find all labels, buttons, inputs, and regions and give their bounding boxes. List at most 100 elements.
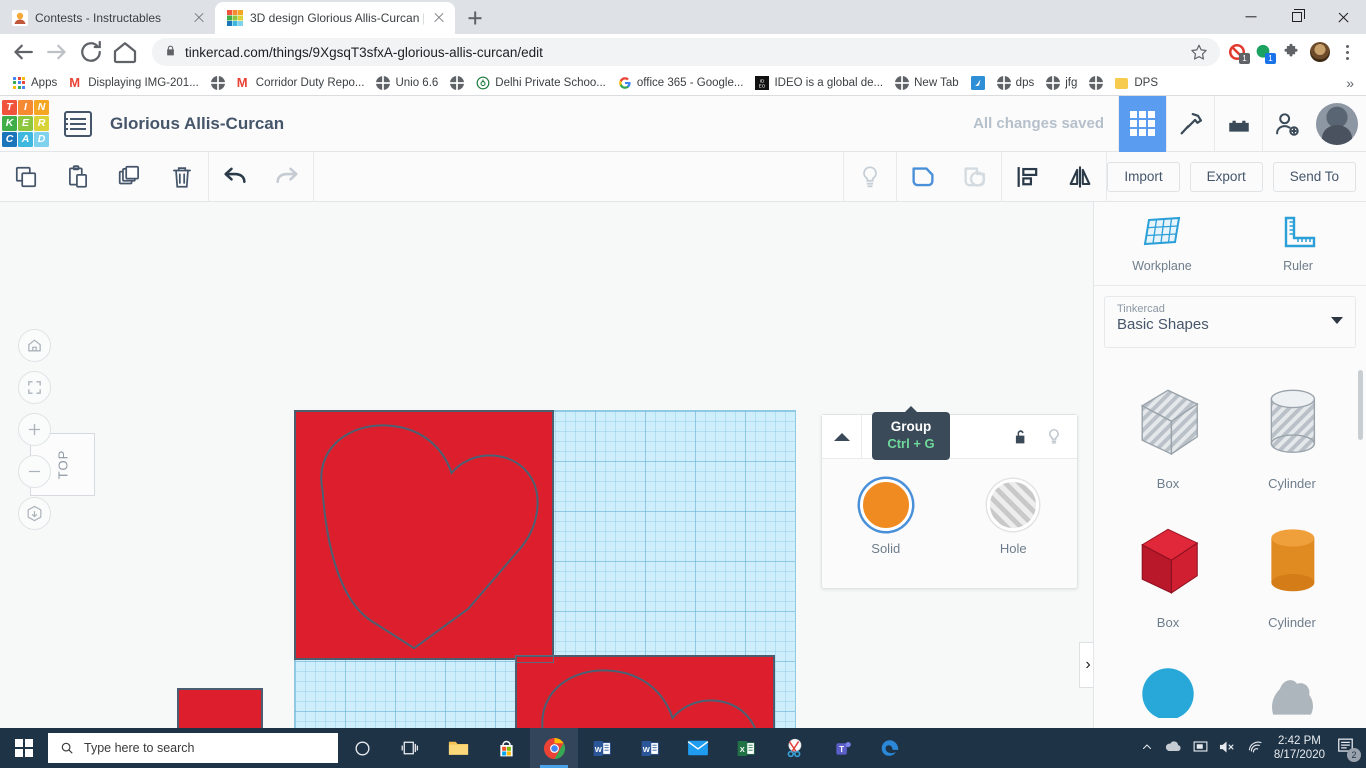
display-icon[interactable] bbox=[1193, 740, 1208, 756]
minimize-icon[interactable] bbox=[1228, 0, 1274, 34]
hole-option[interactable]: Hole bbox=[968, 479, 1058, 556]
address-bar[interactable]: tinkercad.com/things/9XgsqT3sfxA-gloriou… bbox=[152, 38, 1220, 66]
heart-plate-2[interactable] bbox=[515, 655, 775, 728]
onedrive-icon[interactable] bbox=[1164, 740, 1182, 756]
red-box-shape[interactable] bbox=[177, 688, 263, 728]
bookmark-globe-2[interactable] bbox=[444, 74, 470, 92]
hint-bulb-icon[interactable] bbox=[844, 152, 896, 202]
adblock-extension-icon[interactable]: 1 bbox=[1228, 43, 1250, 64]
list-item[interactable]: Box bbox=[1106, 519, 1230, 630]
close-icon[interactable] bbox=[431, 10, 447, 26]
volume-muted-icon[interactable] bbox=[1219, 740, 1236, 757]
bookmark-new-tab[interactable]: New Tab bbox=[889, 74, 965, 92]
shape-library-grid[interactable]: Box Cylinder Box Cylinder bbox=[1094, 362, 1366, 728]
undo-icon[interactable] bbox=[209, 152, 261, 202]
hint-bulb-icon[interactable] bbox=[1037, 427, 1071, 446]
start-button[interactable] bbox=[0, 728, 48, 768]
fit-view-button[interactable] bbox=[18, 371, 51, 404]
search-input[interactable]: Type here to search bbox=[48, 733, 338, 763]
cortana-icon[interactable] bbox=[338, 728, 386, 768]
microsoft-store-icon[interactable] bbox=[482, 728, 530, 768]
solid-option[interactable]: Solid bbox=[841, 479, 931, 556]
new-tab-button[interactable] bbox=[461, 4, 489, 32]
solid-swatch[interactable] bbox=[859, 479, 912, 531]
google-chrome-icon[interactable] bbox=[530, 728, 578, 768]
group-icon[interactable] bbox=[897, 152, 949, 202]
panel-expand-button[interactable]: › bbox=[1079, 642, 1093, 688]
bookmark-globe-3[interactable] bbox=[1083, 74, 1109, 92]
blocks-icon[interactable] bbox=[1214, 95, 1262, 152]
maximize-icon[interactable] bbox=[1274, 0, 1320, 34]
mirror-icon[interactable] bbox=[1054, 152, 1106, 202]
list-item[interactable] bbox=[1230, 658, 1354, 718]
close-icon[interactable] bbox=[1320, 0, 1366, 34]
zoom-out-button[interactable] bbox=[18, 455, 51, 488]
browser-tab-1[interactable]: Contests - Instructables bbox=[0, 2, 215, 34]
bookmark-office-365[interactable]: office 365 - Google... bbox=[612, 74, 750, 92]
edge-icon[interactable] bbox=[866, 728, 914, 768]
bookmark-displaying-img[interactable]: M Displaying IMG-201... bbox=[63, 74, 205, 92]
bookmark-ideo[interactable]: ID EO IDEO is a global de... bbox=[749, 74, 889, 92]
excel-icon[interactable]: X bbox=[722, 728, 770, 768]
bookmark-star-icon[interactable] bbox=[1190, 43, 1208, 61]
send-to-button[interactable]: Send To bbox=[1272, 161, 1356, 192]
invite-user-icon[interactable] bbox=[1262, 95, 1310, 152]
sidebar-scrollbar[interactable] bbox=[1358, 370, 1363, 440]
wifi-icon[interactable] bbox=[1247, 740, 1263, 757]
list-item[interactable] bbox=[1106, 658, 1230, 718]
bookmark-unio[interactable]: Unio 6.6 bbox=[370, 74, 444, 92]
task-view-icon[interactable] bbox=[386, 728, 434, 768]
design-viewport[interactable]: TOP › Solid Hole Group Ctrl + G bbox=[0, 202, 1093, 728]
heart-plate-1[interactable] bbox=[294, 410, 554, 660]
word-icon[interactable]: W bbox=[578, 728, 626, 768]
close-icon[interactable] bbox=[191, 10, 207, 26]
ungroup-icon[interactable] bbox=[949, 152, 1001, 202]
chrome-menu-icon[interactable] bbox=[1336, 41, 1358, 63]
teams-icon[interactable]: T bbox=[818, 728, 866, 768]
file-explorer-icon[interactable] bbox=[434, 728, 482, 768]
home-view-button[interactable] bbox=[18, 329, 51, 362]
ruler-tool[interactable]: Ruler bbox=[1230, 202, 1366, 285]
hammer-icon[interactable] bbox=[1166, 95, 1214, 152]
delete-icon[interactable] bbox=[156, 152, 208, 202]
home-icon[interactable] bbox=[110, 37, 140, 67]
back-arrow-icon[interactable] bbox=[8, 37, 38, 67]
bookmark-dps[interactable]: dps bbox=[991, 74, 1041, 92]
workplane-tool[interactable]: Workplane bbox=[1094, 202, 1230, 285]
hole-swatch[interactable] bbox=[987, 479, 1040, 531]
browser-tab-2[interactable]: 3D design Glorious Allis-Curcan | bbox=[215, 2, 455, 34]
unlock-icon[interactable] bbox=[1003, 428, 1037, 446]
tinkercad-logo[interactable]: T I N K E R C A D bbox=[2, 99, 50, 148]
collapse-caret-icon[interactable] bbox=[822, 415, 862, 458]
bookmark-jfg[interactable]: jfg bbox=[1040, 74, 1083, 92]
workplane[interactable]: Tinkercad bbox=[294, 410, 796, 728]
notification-center-icon[interactable]: 2 bbox=[1336, 736, 1361, 762]
chrome-profile-avatar[interactable] bbox=[1310, 42, 1330, 62]
clock[interactable]: 2:42 PM 8/17/2020 bbox=[1274, 734, 1325, 762]
gallery-grid-icon[interactable] bbox=[1118, 95, 1166, 152]
mail-icon[interactable] bbox=[674, 728, 722, 768]
green-extension-icon[interactable]: 1 bbox=[1254, 43, 1276, 64]
user-avatar[interactable] bbox=[1316, 102, 1358, 145]
align-icon[interactable] bbox=[1002, 152, 1054, 202]
shape-library-select[interactable]: Tinkercad Basic Shapes bbox=[1104, 296, 1356, 348]
export-button[interactable]: Export bbox=[1189, 161, 1263, 192]
puzzle-extension-icon[interactable] bbox=[1282, 43, 1300, 61]
reload-icon[interactable] bbox=[76, 37, 106, 67]
show-hidden-icons[interactable] bbox=[1141, 741, 1153, 756]
snipping-tool-icon[interactable] bbox=[770, 728, 818, 768]
bookmarks-overflow-button[interactable]: » bbox=[1346, 75, 1360, 91]
word-doc-icon[interactable]: W bbox=[626, 728, 674, 768]
paste-icon[interactable] bbox=[52, 152, 104, 202]
forward-arrow-icon[interactable] bbox=[42, 37, 72, 67]
bookmark-delhi-private-school[interactable]: Delhi Private Schoo... bbox=[470, 74, 612, 92]
bookmark-folder-dps[interactable]: DPS bbox=[1109, 74, 1164, 92]
list-item[interactable]: Cylinder bbox=[1230, 519, 1354, 630]
duplicate-icon[interactable] bbox=[104, 152, 156, 202]
bookmark-globe-1[interactable] bbox=[205, 74, 231, 92]
list-item[interactable]: Box bbox=[1106, 380, 1230, 491]
zoom-in-button[interactable] bbox=[18, 413, 51, 446]
list-item[interactable]: Cylinder bbox=[1230, 380, 1354, 491]
ortho-perspective-button[interactable] bbox=[18, 497, 51, 530]
import-button[interactable]: Import bbox=[1107, 161, 1180, 192]
